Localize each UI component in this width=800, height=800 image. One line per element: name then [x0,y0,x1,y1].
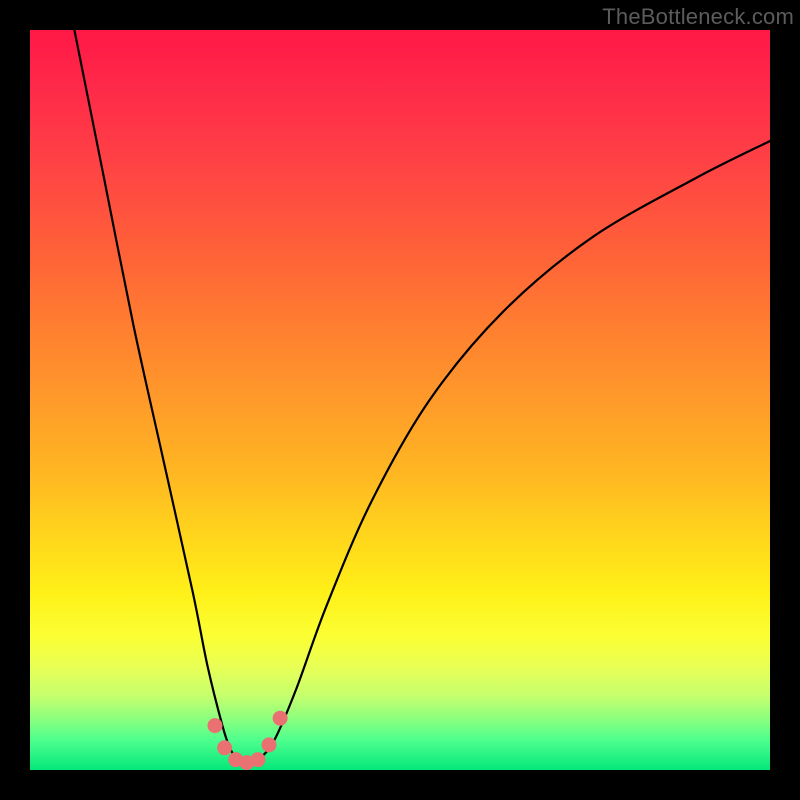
curve-marker [208,718,223,733]
curve-marker [250,752,265,767]
bottleneck-curve [74,30,770,763]
curve-marker [273,711,288,726]
curve-markers [208,711,288,770]
chart-frame [30,30,770,770]
curve-marker [217,740,232,755]
curve-marker [262,737,277,752]
watermark-text: TheBottleneck.com [602,4,794,30]
chart-svg [30,30,770,770]
